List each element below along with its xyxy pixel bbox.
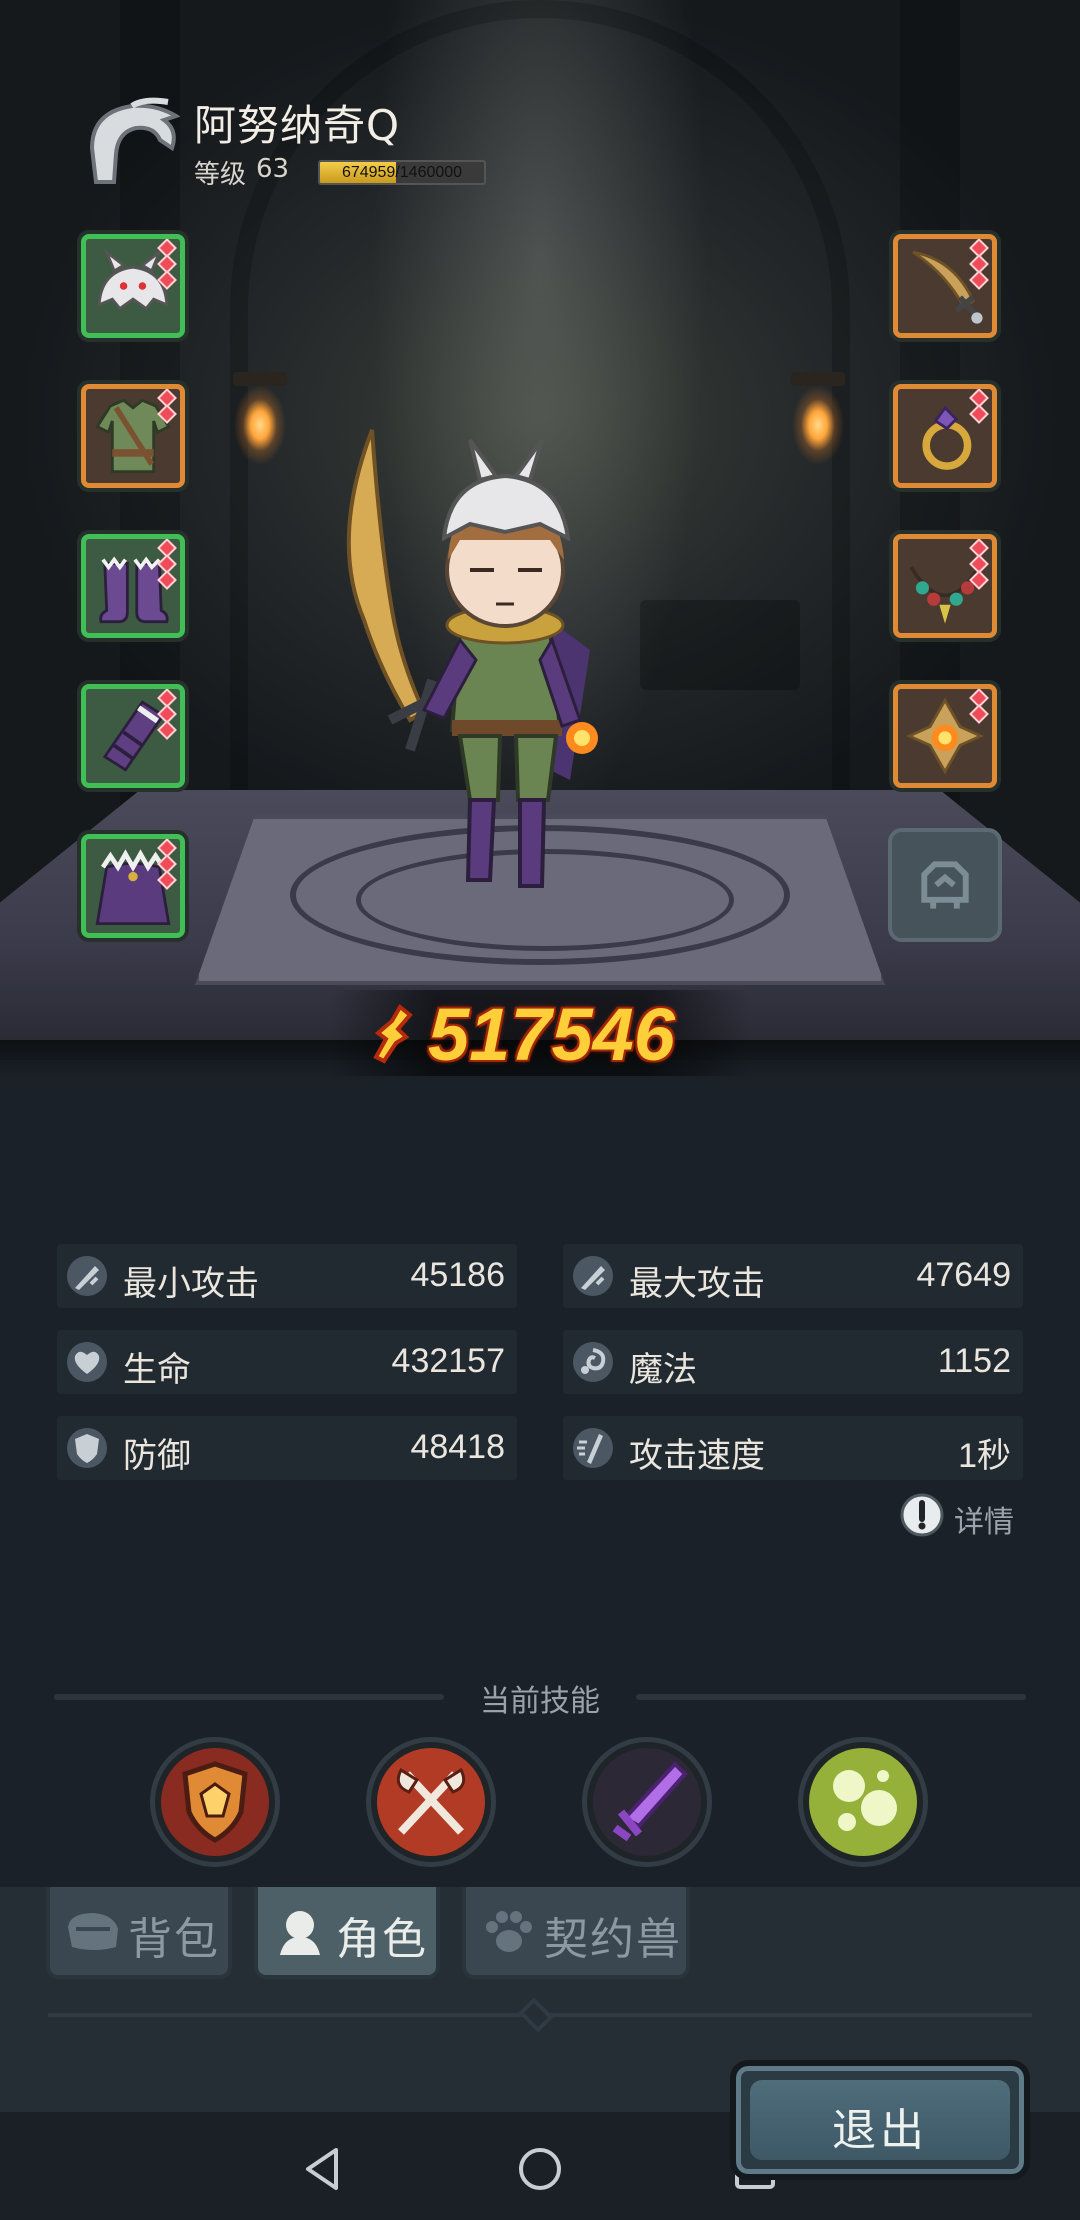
- skills-divider: [636, 1694, 1026, 1700]
- stat-max-attack: 最大攻击 47649: [563, 1244, 1023, 1308]
- player-name: 阿努纳奇Q: [194, 101, 401, 150]
- torch-icon: [783, 372, 853, 490]
- equip-slot-boots[interactable]: [77, 530, 189, 642]
- exit-button[interactable]: 退出: [730, 2060, 1030, 2180]
- equip-slot-helmet[interactable]: [77, 230, 189, 342]
- stat-label: 攻击速度: [629, 1436, 765, 1476]
- level-value: 63: [256, 154, 290, 184]
- purple-blade-skill-icon: [593, 1748, 701, 1856]
- skills-title: 当前技能: [480, 1684, 600, 1719]
- stat-min-attack: 最小攻击 45186: [57, 1244, 517, 1308]
- magic-swirl-icon: [573, 1342, 613, 1382]
- sword-attack-icon: [67, 1256, 107, 1296]
- green-orbs-skill-icon: [809, 1748, 917, 1856]
- character-icon: [280, 1911, 320, 1955]
- shield-skill-icon: [161, 1748, 269, 1856]
- hero-character: [346, 429, 598, 888]
- tab-character[interactable]: 角色: [254, 1887, 440, 1979]
- tab-label: 角色: [336, 1914, 428, 1965]
- stat-value: 45186: [410, 1256, 505, 1294]
- equip-slot-armor[interactable]: [77, 380, 189, 492]
- stat-defense: 防御 48418: [57, 1416, 517, 1480]
- equip-slot-necklace[interactable]: [889, 530, 1001, 642]
- skills-divider: [54, 1694, 444, 1700]
- crossed-axes-skill-icon: [377, 1748, 485, 1856]
- stat-label: 魔法: [629, 1350, 697, 1390]
- tab-pet[interactable]: 契约兽: [462, 1887, 690, 1979]
- equip-slot-pet[interactable]: [888, 828, 1002, 942]
- stat-label: 最大攻击: [629, 1264, 765, 1304]
- exp-bar: 674959/1460000: [318, 160, 486, 185]
- skill-slot-4[interactable]: [798, 1737, 928, 1867]
- equip-slot-ring[interactable]: [889, 380, 1001, 492]
- stat-value: 1秒: [958, 1437, 1011, 1475]
- stat-value: 432157: [391, 1342, 505, 1380]
- details-label: 详情: [954, 1505, 1014, 1540]
- stat-value: 1152: [937, 1342, 1011, 1380]
- shield-icon: [67, 1428, 107, 1468]
- exit-label: 退出: [832, 2105, 928, 2156]
- stat-value: 47649: [916, 1256, 1011, 1294]
- exclamation-icon: [900, 1493, 944, 1537]
- stat-value: 48418: [410, 1428, 505, 1466]
- stat-attack-speed: 攻击速度 1秒: [563, 1416, 1023, 1480]
- heart-icon: [67, 1342, 107, 1382]
- torch-icon: [225, 372, 295, 490]
- tab-bag[interactable]: 背包: [46, 1887, 232, 1979]
- exp-text: 674959/1460000: [341, 164, 463, 181]
- equip-slot-gauntlet[interactable]: [77, 680, 189, 792]
- skill-slot-1[interactable]: [150, 1737, 280, 1867]
- paw-icon: [486, 1911, 532, 1952]
- stat-hp: 生命 432157: [57, 1330, 517, 1394]
- back-icon[interactable]: [296, 2142, 350, 2196]
- stat-mana: 魔法 1152: [563, 1330, 1023, 1394]
- bag-icon: [68, 1913, 118, 1950]
- stat-label: 最小攻击: [123, 1264, 259, 1304]
- equip-slot-amulet[interactable]: [889, 680, 1001, 792]
- stat-label: 防御: [123, 1436, 191, 1476]
- skill-slot-3[interactable]: [582, 1737, 712, 1867]
- skill-slot-2[interactable]: [366, 1737, 496, 1867]
- speed-sword-icon: [573, 1428, 613, 1468]
- combat-power-value: 517546: [428, 993, 675, 1076]
- helmet-avatar-icon[interactable]: [84, 96, 180, 190]
- equip-slot-weapon[interactable]: [889, 230, 1001, 342]
- stat-label: 生命: [123, 1350, 191, 1390]
- tab-label: 契约兽: [544, 1914, 682, 1965]
- level-label: 等级: [194, 160, 247, 190]
- sword-attack-icon: [573, 1256, 613, 1296]
- equip-slot-cape[interactable]: [77, 830, 189, 942]
- tab-label: 背包: [128, 1914, 220, 1965]
- combat-power-icon: [373, 1003, 413, 1064]
- pet-slot-icon: [921, 861, 969, 909]
- home-icon[interactable]: [513, 2142, 567, 2196]
